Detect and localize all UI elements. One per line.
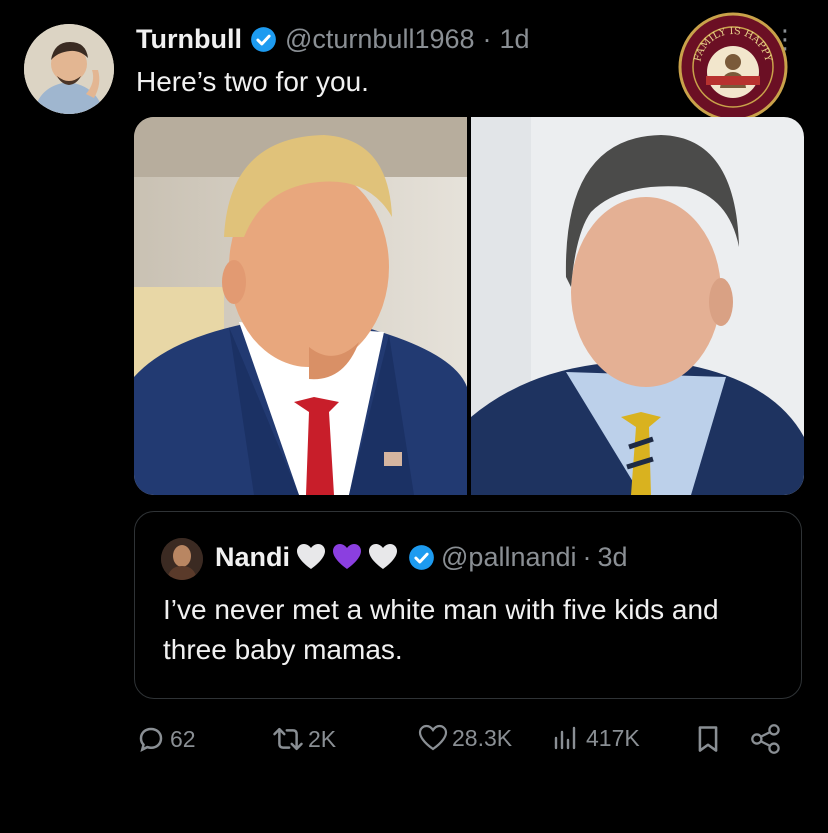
repost-button[interactable]: 2K [272, 724, 336, 754]
tweet-text: Here’s two for you. [136, 66, 369, 97]
tweet-header: Turnbull @cturnbull1968 · 1d [136, 22, 530, 56]
like-button[interactable]: 28.3K [418, 724, 512, 752]
verified-badge-icon [250, 26, 277, 53]
heart-icon [418, 724, 448, 752]
quoted-tweet-text: I’ve never met a white man with five kid… [163, 594, 719, 665]
views-button[interactable]: 417K [552, 724, 640, 752]
tweet-action-bar: 62 2K 28.3K 417K [136, 718, 796, 758]
repost-count: 2K [308, 725, 337, 752]
like-count: 28.3K [452, 724, 513, 751]
photo-left[interactable] [134, 117, 467, 495]
photo-right[interactable] [471, 117, 804, 495]
quoted-tweet[interactable]: Nandi @pallnandi · 3d I’ve never met a w… [134, 511, 802, 699]
reply-count: 62 [170, 725, 196, 752]
share-icon [750, 724, 782, 754]
bookmark-icon [694, 724, 722, 754]
view-count: 417K [586, 724, 640, 751]
tweet-timestamp[interactable]: 1d [500, 22, 530, 56]
author-avatar[interactable] [24, 24, 114, 114]
repost-icon [272, 724, 304, 754]
quoted-tweet-header: Nandi @pallnandi · 3d [215, 540, 628, 574]
author-name[interactable]: Turnbull [136, 22, 242, 56]
quoted-author-avatar[interactable] [161, 538, 203, 580]
separator-dot: · [482, 24, 492, 54]
white-heart-icon [368, 543, 398, 571]
author-handle[interactable]: @cturnbull1968 [285, 22, 475, 56]
reply-icon [136, 724, 166, 754]
separator-dot: · [582, 542, 592, 572]
share-button[interactable] [750, 724, 782, 754]
watermark-logo: FAMILY IS HAPPY [678, 12, 788, 122]
tweet-media[interactable] [134, 117, 804, 495]
bookmark-button[interactable] [694, 724, 722, 754]
quoted-author-handle[interactable]: @pallnandi [441, 540, 577, 574]
quoted-author-name[interactable]: Nandi [215, 540, 290, 574]
quoted-tweet-timestamp[interactable]: 3d [598, 540, 628, 574]
purple-heart-icon [332, 543, 362, 571]
verified-badge-icon [408, 544, 435, 571]
white-heart-icon [296, 543, 326, 571]
analytics-icon [552, 724, 582, 752]
reply-button[interactable]: 62 [136, 724, 196, 754]
